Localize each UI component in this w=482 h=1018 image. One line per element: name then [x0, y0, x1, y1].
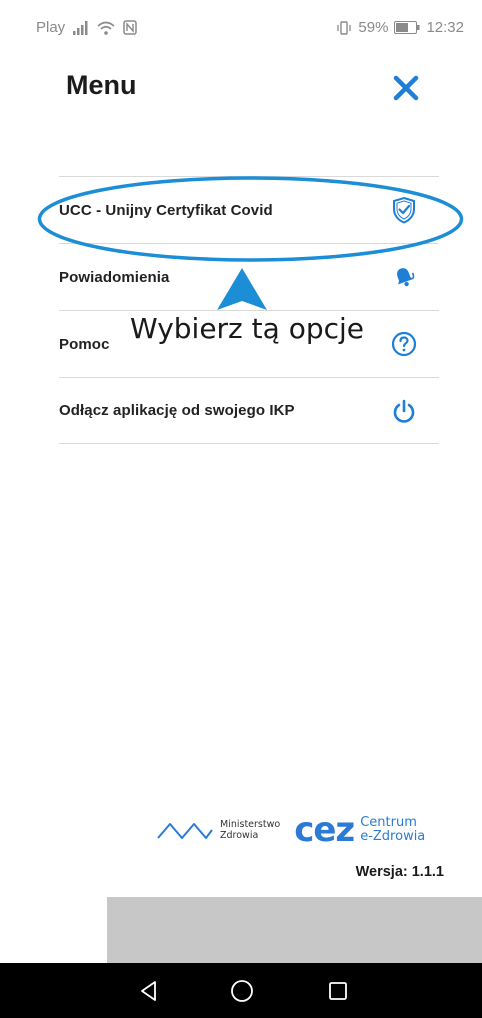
- help-circle-icon: [391, 331, 417, 357]
- battery-percent: 59%: [358, 19, 389, 36]
- power-icon: [391, 398, 417, 424]
- vibrate-icon: [336, 20, 352, 35]
- cez-line2: e-Zdrowia: [360, 829, 426, 844]
- bell-icon: [391, 264, 417, 290]
- menu-item-notifications[interactable]: Powiadomienia: [59, 243, 439, 310]
- back-button[interactable]: [137, 979, 161, 1003]
- back-triangle-icon: [141, 981, 156, 1001]
- menu-item-help[interactable]: Pomoc: [59, 310, 439, 377]
- header: Menu: [0, 64, 482, 114]
- carrier-label: Play: [36, 19, 66, 36]
- version-label: Wersja: 1.1.1: [355, 864, 444, 880]
- menu-list: UCC - Unijny Certyfikat Covid Powiadomie…: [59, 176, 439, 444]
- home-button[interactable]: [230, 979, 254, 1003]
- recents-button[interactable]: [326, 979, 350, 1003]
- wifi-icon: [97, 21, 115, 35]
- status-left: Play: [36, 19, 137, 36]
- grey-placeholder-block: [107, 897, 482, 963]
- cez-mark: cez: [294, 810, 355, 850]
- signal-icon: [73, 20, 89, 35]
- close-icon: [393, 75, 419, 101]
- menu-item-label: Odłącz aplikację od swojego IKP: [59, 402, 295, 419]
- menu-item-label: Pomoc: [59, 335, 110, 353]
- shield-check-icon: [391, 196, 417, 224]
- cez-line1: Centrum: [360, 815, 417, 830]
- menu-item-label: UCC - Unijny Certyfikat Covid: [59, 201, 273, 219]
- menu-item-disconnect-ikp[interactable]: Odłącz aplikację od swojego IKP: [59, 377, 439, 444]
- status-bar: Play 59% 12:32: [0, 0, 482, 56]
- status-right: 59% 12:32: [336, 19, 464, 36]
- system-nav-bar: [0, 963, 482, 1018]
- ministry-line1: Ministerstwo: [220, 819, 281, 830]
- recents-square-icon: [329, 982, 347, 1000]
- footer-logos: Ministerstwo Zdrowia cez Centrum e-Zdrow…: [156, 808, 456, 852]
- page-title: Menu: [66, 70, 137, 100]
- menu-item-label: Powiadomienia: [59, 268, 170, 286]
- nfc-icon: [123, 20, 137, 35]
- ministry-line2: Zdrowia: [220, 830, 259, 841]
- ministry-mark-icon: [157, 823, 213, 839]
- menu-item-ucc[interactable]: UCC - Unijny Certyfikat Covid: [59, 176, 439, 243]
- battery-icon: [394, 21, 420, 34]
- close-button[interactable]: [390, 72, 422, 104]
- clock: 12:32: [426, 19, 464, 36]
- ministry-logo: Ministerstwo Zdrowia: [156, 818, 280, 842]
- cez-logo: cez Centrum e-Zdrowia: [294, 813, 425, 847]
- home-circle-icon: [231, 980, 253, 1002]
